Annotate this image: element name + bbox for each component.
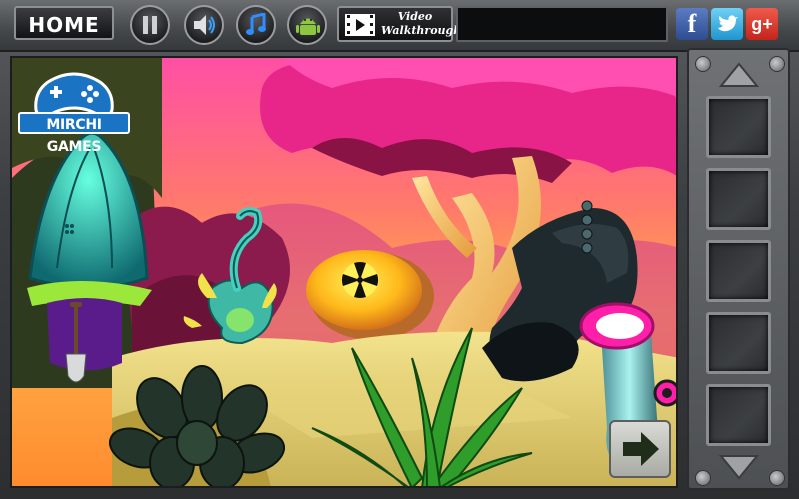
- android-button[interactable]: [287, 5, 327, 45]
- down-arrow-icon: [718, 455, 760, 480]
- video-label-line1: Video: [397, 10, 433, 23]
- android-icon: [296, 18, 320, 35]
- logo-text: MIRCHI GAMES: [18, 112, 130, 155]
- mirchi-games-logo: MIRCHI GAMES: [18, 62, 130, 155]
- game-frame: HOME Video Walkthrough f g+ MIRCHI GAMES: [0, 0, 799, 499]
- twitter-button[interactable]: [711, 8, 743, 40]
- inventory-up-button[interactable]: [711, 62, 767, 88]
- music-note-icon: [246, 13, 266, 35]
- video-label-line2: Walkthrough: [381, 24, 462, 37]
- video-walkthrough-label: Video Walkthrough: [381, 10, 461, 38]
- screw-icon: [769, 56, 785, 72]
- inventory-slot-1[interactable]: [706, 96, 771, 158]
- screw-icon: [695, 56, 711, 72]
- home-button[interactable]: HOME: [14, 6, 114, 40]
- inventory-slot-5[interactable]: [706, 384, 771, 446]
- video-walkthrough-button[interactable]: Video Walkthrough: [337, 6, 461, 42]
- speaker-icon: [194, 15, 215, 35]
- twitter-bird-icon: [718, 15, 738, 32]
- game-scene: MIRCHI GAMES: [10, 56, 678, 488]
- next-scene-button[interactable]: [609, 420, 671, 478]
- inventory-down-button[interactable]: [711, 454, 767, 480]
- gamepad-icon: [34, 72, 114, 118]
- inventory-panel: [687, 48, 790, 490]
- inventory-slot-2[interactable]: [706, 168, 771, 230]
- top-toolbar: HOME Video Walkthrough f g+: [0, 0, 799, 52]
- facebook-button[interactable]: f: [676, 8, 708, 40]
- inventory-slot-3[interactable]: [706, 240, 771, 302]
- pause-button[interactable]: [130, 5, 170, 45]
- film-play-icon: [345, 14, 375, 36]
- message-bar: [456, 6, 668, 42]
- right-arrow-icon: [623, 432, 659, 466]
- up-arrow-icon: [718, 62, 760, 87]
- music-button[interactable]: [236, 5, 276, 45]
- sound-button[interactable]: [184, 5, 224, 45]
- screw-icon: [769, 470, 785, 486]
- puzzle-symbol: [341, 261, 379, 299]
- googleplus-button[interactable]: g+: [746, 8, 778, 40]
- screw-icon: [695, 470, 711, 486]
- pause-icon: [143, 16, 157, 34]
- inventory-slot-4[interactable]: [706, 312, 771, 374]
